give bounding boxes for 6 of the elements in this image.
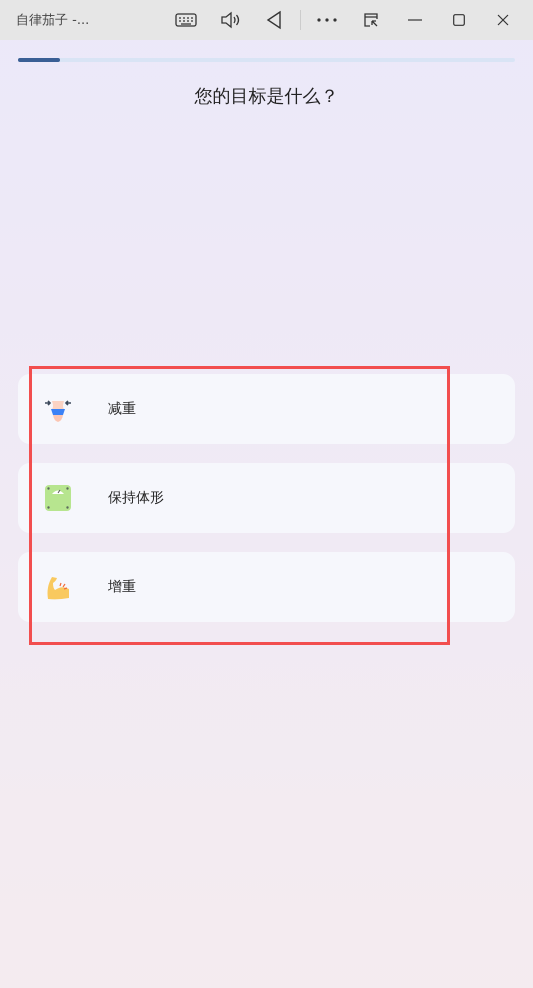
- goal-option[interactable]: 减重: [18, 374, 515, 444]
- scale-icon: [44, 484, 72, 512]
- goal-option[interactable]: 保持体形: [18, 463, 515, 533]
- window-title: 自律茄子 -...: [16, 12, 90, 29]
- question-text: 您的目标是什么？: [194, 85, 338, 108]
- goal-option[interactable]: 增重: [18, 552, 515, 622]
